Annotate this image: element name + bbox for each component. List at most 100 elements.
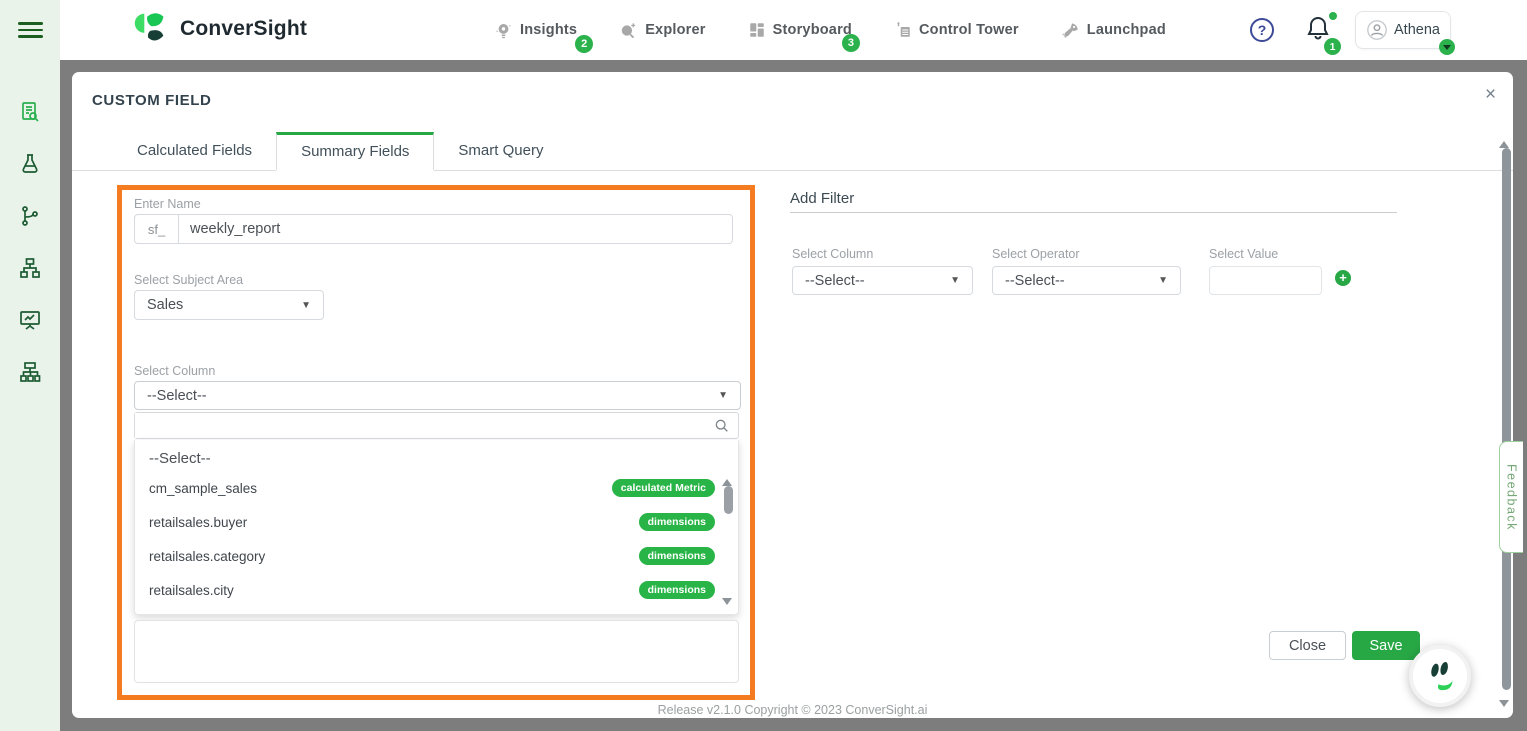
nav-item-storyboard[interactable]: Storyboard 3 bbox=[748, 21, 852, 39]
option-retailsales-buyer[interactable]: retailsales.buyer dimensions bbox=[135, 507, 738, 537]
conversight-logo-icon bbox=[130, 8, 172, 50]
assistant-chat-button[interactable] bbox=[1409, 645, 1471, 707]
subject-area-label: Select Subject Area bbox=[134, 273, 243, 287]
user-name: Athena bbox=[1394, 22, 1440, 38]
help-button[interactable]: ? bbox=[1250, 18, 1274, 42]
nav-item-explorer[interactable]: Explorer bbox=[619, 21, 705, 40]
option-partial bbox=[135, 609, 738, 615]
help-question-icon: ? bbox=[1258, 22, 1267, 38]
control-tower-icon bbox=[894, 21, 912, 39]
insights-count-badge: 2 bbox=[575, 35, 593, 53]
brand-logo[interactable]: ConverSight bbox=[130, 8, 307, 50]
column-label: Select Column bbox=[134, 364, 215, 378]
launchpad-rocket-icon bbox=[1061, 21, 1080, 40]
user-menu-caret-icon bbox=[1439, 39, 1455, 55]
chevron-down-icon: ▼ bbox=[1158, 275, 1168, 286]
user-menu-button[interactable]: Athena bbox=[1355, 11, 1451, 49]
primary-nav: Insights 2 Explorer Storyboard 3 Co bbox=[494, 0, 1208, 60]
subject-area-value: Sales bbox=[147, 297, 183, 313]
calculated-metric-badge: calculated Metric bbox=[612, 479, 715, 497]
release-footer: Release v2.1.0 Copyright © 2023 ConverSi… bbox=[72, 703, 1513, 717]
nav-label-explorer: Explorer bbox=[645, 22, 705, 38]
add-filter-plus-icon[interactable]: + bbox=[1335, 270, 1351, 286]
chevron-down-icon: ▼ bbox=[718, 390, 728, 401]
nav-label-control-tower: Control Tower bbox=[919, 22, 1019, 38]
tab-summary-fields[interactable]: Summary Fields bbox=[276, 132, 434, 171]
option-select[interactable]: --Select-- bbox=[135, 443, 738, 473]
save-button[interactable]: Save bbox=[1352, 631, 1420, 660]
description-box[interactable] bbox=[134, 620, 739, 683]
storyboard-grid-icon bbox=[748, 21, 766, 39]
subject-area-select[interactable]: Sales ▼ bbox=[134, 290, 324, 320]
filter-operator-select[interactable]: --Select-- ▼ bbox=[992, 266, 1181, 295]
modal-scroll-down-icon[interactable] bbox=[1499, 700, 1509, 712]
storyboard-count-badge: 3 bbox=[842, 34, 860, 52]
close-button[interactable]: Close bbox=[1269, 631, 1346, 660]
chevron-down-icon: ▼ bbox=[301, 300, 311, 311]
branch-icon[interactable] bbox=[0, 204, 60, 230]
modal-title: CUSTOM FIELD bbox=[92, 92, 211, 109]
hierarchy-icon[interactable] bbox=[0, 256, 60, 282]
notifications-button[interactable]: 1 bbox=[1306, 15, 1336, 49]
filter-column-select[interactable]: --Select-- ▼ bbox=[792, 266, 973, 295]
list-scroll-up-icon[interactable] bbox=[722, 474, 732, 486]
column-search-input[interactable] bbox=[135, 413, 714, 438]
tab-smart-query[interactable]: Smart Query bbox=[434, 132, 567, 170]
name-input[interactable] bbox=[179, 215, 732, 243]
explorer-search-icon bbox=[619, 21, 638, 40]
custom-field-modal: CUSTOM FIELD × Calculated Fields Summary… bbox=[72, 72, 1513, 718]
notification-dot bbox=[1329, 12, 1337, 20]
modal-scroll-up-icon[interactable] bbox=[1499, 136, 1509, 148]
left-sidebar bbox=[0, 60, 60, 731]
feedback-label: Feedback bbox=[1505, 464, 1519, 531]
report-search-icon[interactable] bbox=[0, 100, 60, 126]
nav-label-launchpad: Launchpad bbox=[1087, 22, 1166, 38]
insights-bulb-icon bbox=[494, 21, 513, 40]
org-chart-icon[interactable] bbox=[0, 360, 60, 386]
sidebar-header bbox=[0, 0, 60, 60]
enter-name-label: Enter Name bbox=[134, 197, 201, 211]
filter-operator-label: Select Operator bbox=[992, 247, 1080, 261]
tab-calculated-fields[interactable]: Calculated Fields bbox=[113, 132, 276, 170]
column-options-list: --Select-- cm_sample_sales calculated Me… bbox=[134, 440, 739, 615]
name-input-group: sf_ bbox=[134, 214, 733, 244]
nav-label-insights: Insights bbox=[520, 22, 577, 38]
nav-label-storyboard: Storyboard bbox=[773, 22, 852, 38]
bell-icon bbox=[1306, 15, 1330, 41]
chevron-down-icon: ▼ bbox=[950, 275, 960, 286]
presentation-chart-icon[interactable] bbox=[0, 308, 60, 334]
conversight-mark-icon bbox=[1420, 656, 1460, 696]
flask-icon[interactable] bbox=[0, 152, 60, 178]
modal-tabs: Calculated Fields Summary Fields Smart Q… bbox=[72, 132, 1513, 171]
add-filter-title: Add Filter bbox=[790, 190, 854, 207]
user-avatar-icon bbox=[1366, 19, 1388, 41]
feedback-tab[interactable]: Feedback bbox=[1499, 441, 1523, 553]
top-navbar: ConverSight Insights 2 Explorer Storybo bbox=[0, 0, 1527, 60]
notification-count-badge: 1 bbox=[1324, 38, 1341, 55]
add-filter-divider bbox=[790, 212, 1397, 213]
modal-close-icon[interactable]: × bbox=[1485, 84, 1496, 106]
modal-scrollbar-thumb[interactable] bbox=[1502, 148, 1511, 690]
list-scrollbar-thumb[interactable] bbox=[724, 486, 733, 514]
option-retailsales-city[interactable]: retailsales.city dimensions bbox=[135, 575, 738, 605]
dimensions-badge: dimensions bbox=[639, 547, 715, 565]
nav-item-control-tower[interactable]: Control Tower bbox=[894, 21, 1019, 39]
column-select[interactable]: --Select-- ▼ bbox=[134, 381, 741, 410]
column-search-box bbox=[134, 412, 739, 439]
filter-value-input[interactable] bbox=[1209, 266, 1322, 295]
filter-value-label: Select Value bbox=[1209, 247, 1278, 261]
dimensions-badge: dimensions bbox=[639, 513, 715, 531]
list-scroll-down-icon[interactable] bbox=[722, 598, 732, 610]
dimensions-badge: dimensions bbox=[639, 581, 715, 599]
column-select-value: --Select-- bbox=[147, 388, 207, 404]
nav-item-launchpad[interactable]: Launchpad bbox=[1061, 21, 1166, 40]
search-icon bbox=[714, 418, 730, 434]
brand-name: ConverSight bbox=[180, 17, 307, 41]
nav-item-insights[interactable]: Insights 2 bbox=[494, 21, 577, 40]
hamburger-menu-icon[interactable] bbox=[18, 22, 43, 38]
name-prefix: sf_ bbox=[135, 215, 179, 243]
summary-field-form-highlight: Enter Name sf_ Select Subject Area Sales… bbox=[117, 185, 755, 700]
option-retailsales-category[interactable]: retailsales.category dimensions bbox=[135, 541, 738, 571]
filter-column-label: Select Column bbox=[792, 247, 873, 261]
option-cm-sample-sales[interactable]: cm_sample_sales calculated Metric bbox=[135, 473, 738, 503]
